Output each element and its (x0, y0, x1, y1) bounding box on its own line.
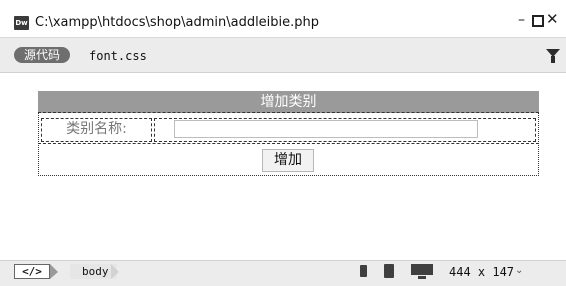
tag-breadcrumb-arrow (50, 264, 58, 279)
related-files-bar (0, 38, 566, 73)
add-category-button[interactable]: 增加 (262, 149, 314, 172)
tag-breadcrumb-arrow (111, 264, 119, 279)
table-header-title: 增加类别 (260, 94, 317, 110)
category-name-label: 类别名称: (66, 121, 127, 137)
close-button[interactable]: ✕ (546, 10, 559, 28)
code-tag-selector[interactable]: </> (14, 264, 50, 279)
dreamweaver-app-icon: Dw (14, 16, 29, 30)
phone-icon[interactable] (360, 265, 367, 277)
minimize-button[interactable]: – (518, 12, 525, 28)
tablet-icon[interactable] (384, 264, 394, 278)
filter-icon-stem (551, 56, 555, 63)
desktop-icon[interactable] (411, 264, 433, 275)
desktop-icon-stand (418, 276, 426, 279)
body-tag-selector[interactable]: body (70, 264, 117, 279)
category-name-input[interactable] (174, 120, 478, 138)
chevron-down-icon[interactable]: ⌄ (515, 265, 523, 276)
source-code-button[interactable]: 源代码 (14, 47, 71, 63)
related-file-font-css[interactable]: font.css (89, 49, 147, 63)
document-path-title: C:\xampp\htdocs\shop\admin\addleibie.php (35, 15, 320, 30)
viewport-size-readout[interactable]: 444 x 147 (449, 265, 514, 279)
maximize-button[interactable] (532, 15, 544, 27)
